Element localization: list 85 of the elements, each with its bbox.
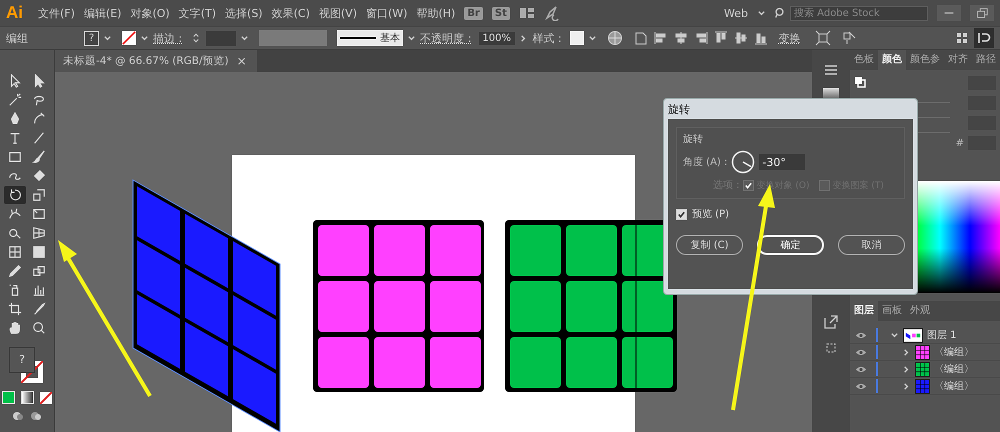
workspace-switcher[interactable]: Web xyxy=(724,6,748,20)
align-icon[interactable] xyxy=(732,30,749,46)
dialog-button[interactable]: 确定 xyxy=(757,235,824,255)
eye-icon[interactable] xyxy=(855,330,867,340)
preview-label: 预览 (P) xyxy=(692,208,730,221)
caret-icon[interactable] xyxy=(588,34,597,42)
menu-item[interactable]: 选择(S) xyxy=(225,6,263,20)
menu-item[interactable]: 窗口(W) xyxy=(366,6,408,20)
collapsed-chevron-icon[interactable] xyxy=(902,348,911,356)
angle-field[interactable]: -30° xyxy=(759,154,806,170)
document-icon[interactable] xyxy=(632,30,649,46)
color-mode-button[interactable] xyxy=(2,391,15,404)
panel-tab[interactable]: 对齐 xyxy=(944,50,972,70)
angle-dial-icon[interactable] xyxy=(731,150,756,174)
variable-width-field[interactable] xyxy=(259,30,328,46)
angle-label: 角度 (A) : xyxy=(683,156,728,169)
hex-label: # xyxy=(956,138,964,148)
panel-menu-icon[interactable] xyxy=(974,28,994,48)
rotate-icon[interactable] xyxy=(4,186,26,204)
panel-tab[interactable]: 外观 xyxy=(906,301,934,321)
stroke-swatch[interactable] xyxy=(122,31,136,45)
globe-icon[interactable] xyxy=(606,30,623,46)
layout-icon[interactable] xyxy=(518,5,535,21)
expanded-chevron-icon[interactable] xyxy=(890,330,899,340)
dialog-button[interactable]: 取消 xyxy=(838,235,905,255)
panel-tab[interactable]: 路径 xyxy=(972,50,1000,70)
group-title: 旋转 xyxy=(683,132,704,146)
layer-name[interactable]: 〈编组〉 xyxy=(934,362,974,376)
fill-swatch[interactable]: ? xyxy=(84,30,99,46)
eye-icon[interactable] xyxy=(855,348,867,356)
none-mode-button[interactable] xyxy=(40,392,52,404)
search-field[interactable]: 搜索 Adobe Stock xyxy=(790,6,928,20)
layer-name[interactable]: 〈编组〉 xyxy=(934,379,974,393)
export-icon[interactable] xyxy=(823,314,839,330)
layer-name[interactable]: 图层 1 xyxy=(927,328,957,342)
fill-stroke-icon[interactable] xyxy=(854,76,866,88)
bounding-box-icon[interactable] xyxy=(814,30,831,46)
caret-icon[interactable] xyxy=(103,34,112,42)
minimize-icon[interactable] xyxy=(937,5,961,21)
opacity-field[interactable]: 100% xyxy=(479,32,516,44)
align-icon[interactable] xyxy=(672,30,689,46)
panel-tab[interactable]: 颜色参 xyxy=(906,50,944,70)
menu-item[interactable]: 视图(V) xyxy=(318,6,357,20)
panel-tab[interactable]: 画板 xyxy=(878,301,906,321)
restore-icon[interactable] xyxy=(970,5,994,21)
caret-icon[interactable] xyxy=(407,34,416,42)
layer-name[interactable]: 〈编组〉 xyxy=(934,345,974,359)
menu-item[interactable]: 对象(O) xyxy=(130,6,170,20)
panel-tab[interactable]: 图层 xyxy=(850,301,878,321)
close-tab-button[interactable]: × xyxy=(236,54,247,68)
collapsed-chevron-icon[interactable] xyxy=(902,364,911,374)
menu-item[interactable]: 编辑(E) xyxy=(84,6,122,20)
menu-item[interactable]: 文件(F) xyxy=(38,6,75,20)
document-tab[interactable]: 未标题-4* @ 66.67% (RGB/预览) × xyxy=(55,50,257,72)
layer-thumbnail xyxy=(903,328,923,342)
app-logo: Ai xyxy=(6,3,23,23)
panel-tab[interactable]: 颜色 xyxy=(878,50,906,70)
stock-button[interactable]: St xyxy=(492,6,510,20)
caret-icon[interactable] xyxy=(140,34,149,42)
caret-icon[interactable] xyxy=(240,34,250,42)
eye-icon[interactable] xyxy=(855,382,867,390)
menu-item[interactable]: 效果(C) xyxy=(272,6,310,20)
grid-icon[interactable] xyxy=(954,30,970,46)
menu-item[interactable]: 帮助(H) xyxy=(416,6,456,20)
stroke-label[interactable]: 描边 : xyxy=(153,30,182,46)
transform-link[interactable]: 变换 xyxy=(778,30,801,46)
draw-normal-icon[interactable] xyxy=(12,410,24,422)
panel-tab[interactable]: 色板 xyxy=(850,50,878,70)
isolate-icon[interactable] xyxy=(840,30,857,46)
caret-icon[interactable] xyxy=(757,8,766,18)
collapsed-chevron-icon[interactable] xyxy=(902,382,911,390)
stroke-weight-field[interactable] xyxy=(206,30,236,46)
menu-item[interactable]: 文字(T) xyxy=(178,6,216,20)
eye-icon[interactable] xyxy=(855,364,867,374)
opacity-label[interactable]: 不透明度 : xyxy=(420,30,472,46)
dialog-title: 旋转 xyxy=(668,102,690,116)
fill-swatch[interactable]: ? xyxy=(9,347,35,373)
draw-behind-icon[interactable] xyxy=(30,410,42,422)
gradient-mode-button[interactable] xyxy=(21,391,34,404)
dialog-button[interactable]: 复制 (C) xyxy=(676,235,743,255)
style-swatch[interactable] xyxy=(570,31,584,45)
selection-type-label: 编组 xyxy=(6,30,29,46)
style-label: 样式 : xyxy=(532,30,562,46)
stroke-profile-dropdown[interactable]: 基本 xyxy=(337,30,404,46)
bridge-button[interactable]: Br xyxy=(464,6,483,20)
